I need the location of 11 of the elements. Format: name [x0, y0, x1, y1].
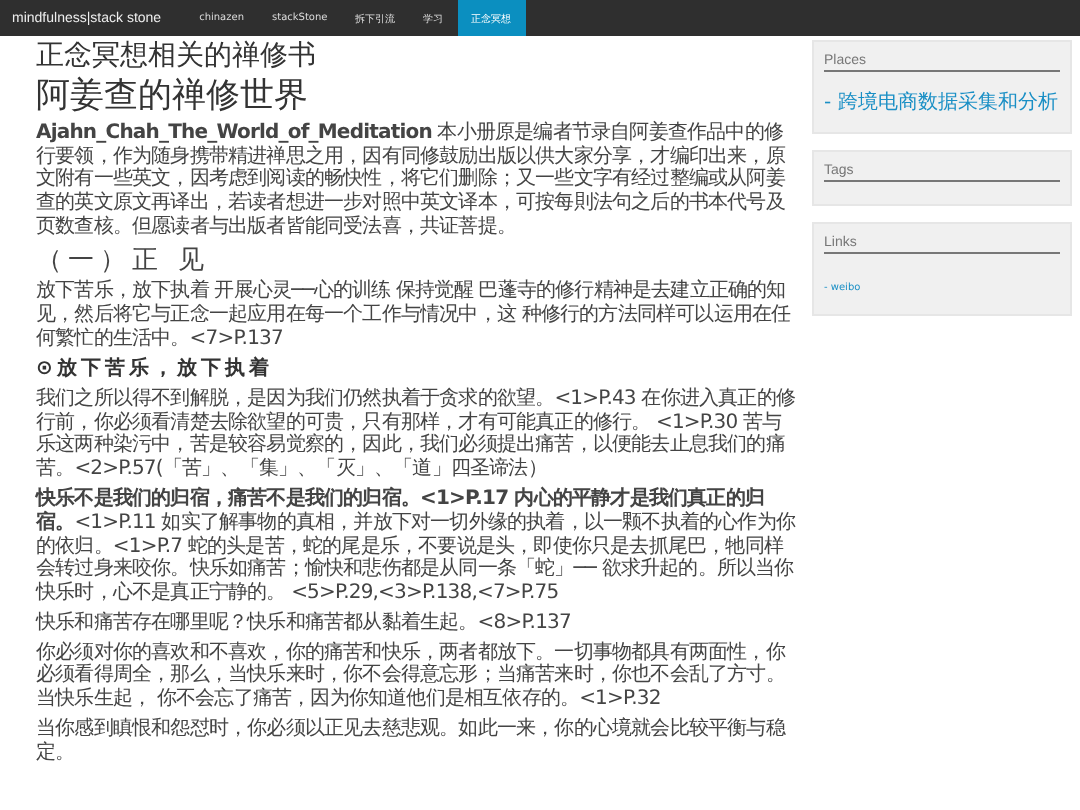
paragraph: 你必须对你的喜欢和不喜欢，你的痛苦和快乐，两者都放下。一切事物都具有两面性，你必须看得周全，那么，当快乐来时，你不会得意忘形；当痛苦来时，你也不会乱了方寸。当快乐生起， 你不会忘了痛苦，因为你知道他们是相互依存的。<1>P.32	[36, 641, 788, 713]
section-heading: （一）正 见	[36, 245, 213, 277]
subheading: ⊙放下苦乐，放下执着	[36, 357, 275, 382]
paragraph: 快乐和痛苦存在哪里呢？快乐和痛苦都从黏着生起。<8>P.137	[36, 611, 573, 636]
paragraph: 我们之所以得不到解脱，是因为我们仍然执着于贪求的欲望。<1>P.43 在你进入真正的修行前，你必须看清楚去除欲望的可贵，只有那样，才有可能真正的修行。 <1>P.30 苦与乐这两种染污中，苦是较容易觉察的，因此，我们必须提出痛苦，以便能去止息我们的痛苦。<2>P.57(「苦」、「集」、「灭」、「道」四圣谛法）	[36, 387, 796, 482]
page-title: 正念冥想相关的禅修书	[36, 40, 318, 75]
paragraph: 快乐不是我们的归宿，痛苦不是我们的归宿。<1>P.17 内心的平静才是我们真正的归宿。<1>P.11 如实了解事物的真相，并放下对一切外缘的执着，以一颗不执着的心作为你的依归。<1>P.7 蛇的头是苦，蛇的尾是乐，不要说是头，即使你只是去抓尾巴，牠同样会转过身来咬你。快乐如痛苦；愉快和悲伤都是从同一条「蛇」── 欲求升起的。所以当你快乐时，心不是真正宁静的。 <5>P.29,<3>P.138,<7>P.75	[36, 487, 796, 606]
paragraph: 当你感到瞋恨和怨怼时，你必须以正见去慈悲观。如此一来，你的心境就会比较平衡与稳定。	[36, 718, 788, 766]
paragraph: Ajahn_Chah_The_World_of_Meditation 本小册原是编者节录自阿姜查作品中的修行要领，作为随身携带精进禅思之用，因有同修鼓励出版以供大家分享，才编印出来，原文附有一些英文，因考虑到阅读的畅快性，将它们删除；又一些文字有经过整编或从阿姜查的英文原文再译出，若读者想进一步对照中英文译本，可按每則法句之后的书本代号及页数查核。但愿读者与出版者皆能同受法喜，共证菩提。	[36, 121, 787, 240]
paragraph: 放下苦乐，放下执着 开展心灵──心的训练 保持觉醒 巴蓬寺的修行精神是去建立正确的知见，然后将它与正念一起应用在每一个工作与情况中，这 种修行的方法同样可以运用在任何繁忙的生活中。<7>P.137	[36, 280, 793, 352]
article-title: 阿姜查的禅修世界	[36, 75, 310, 118]
